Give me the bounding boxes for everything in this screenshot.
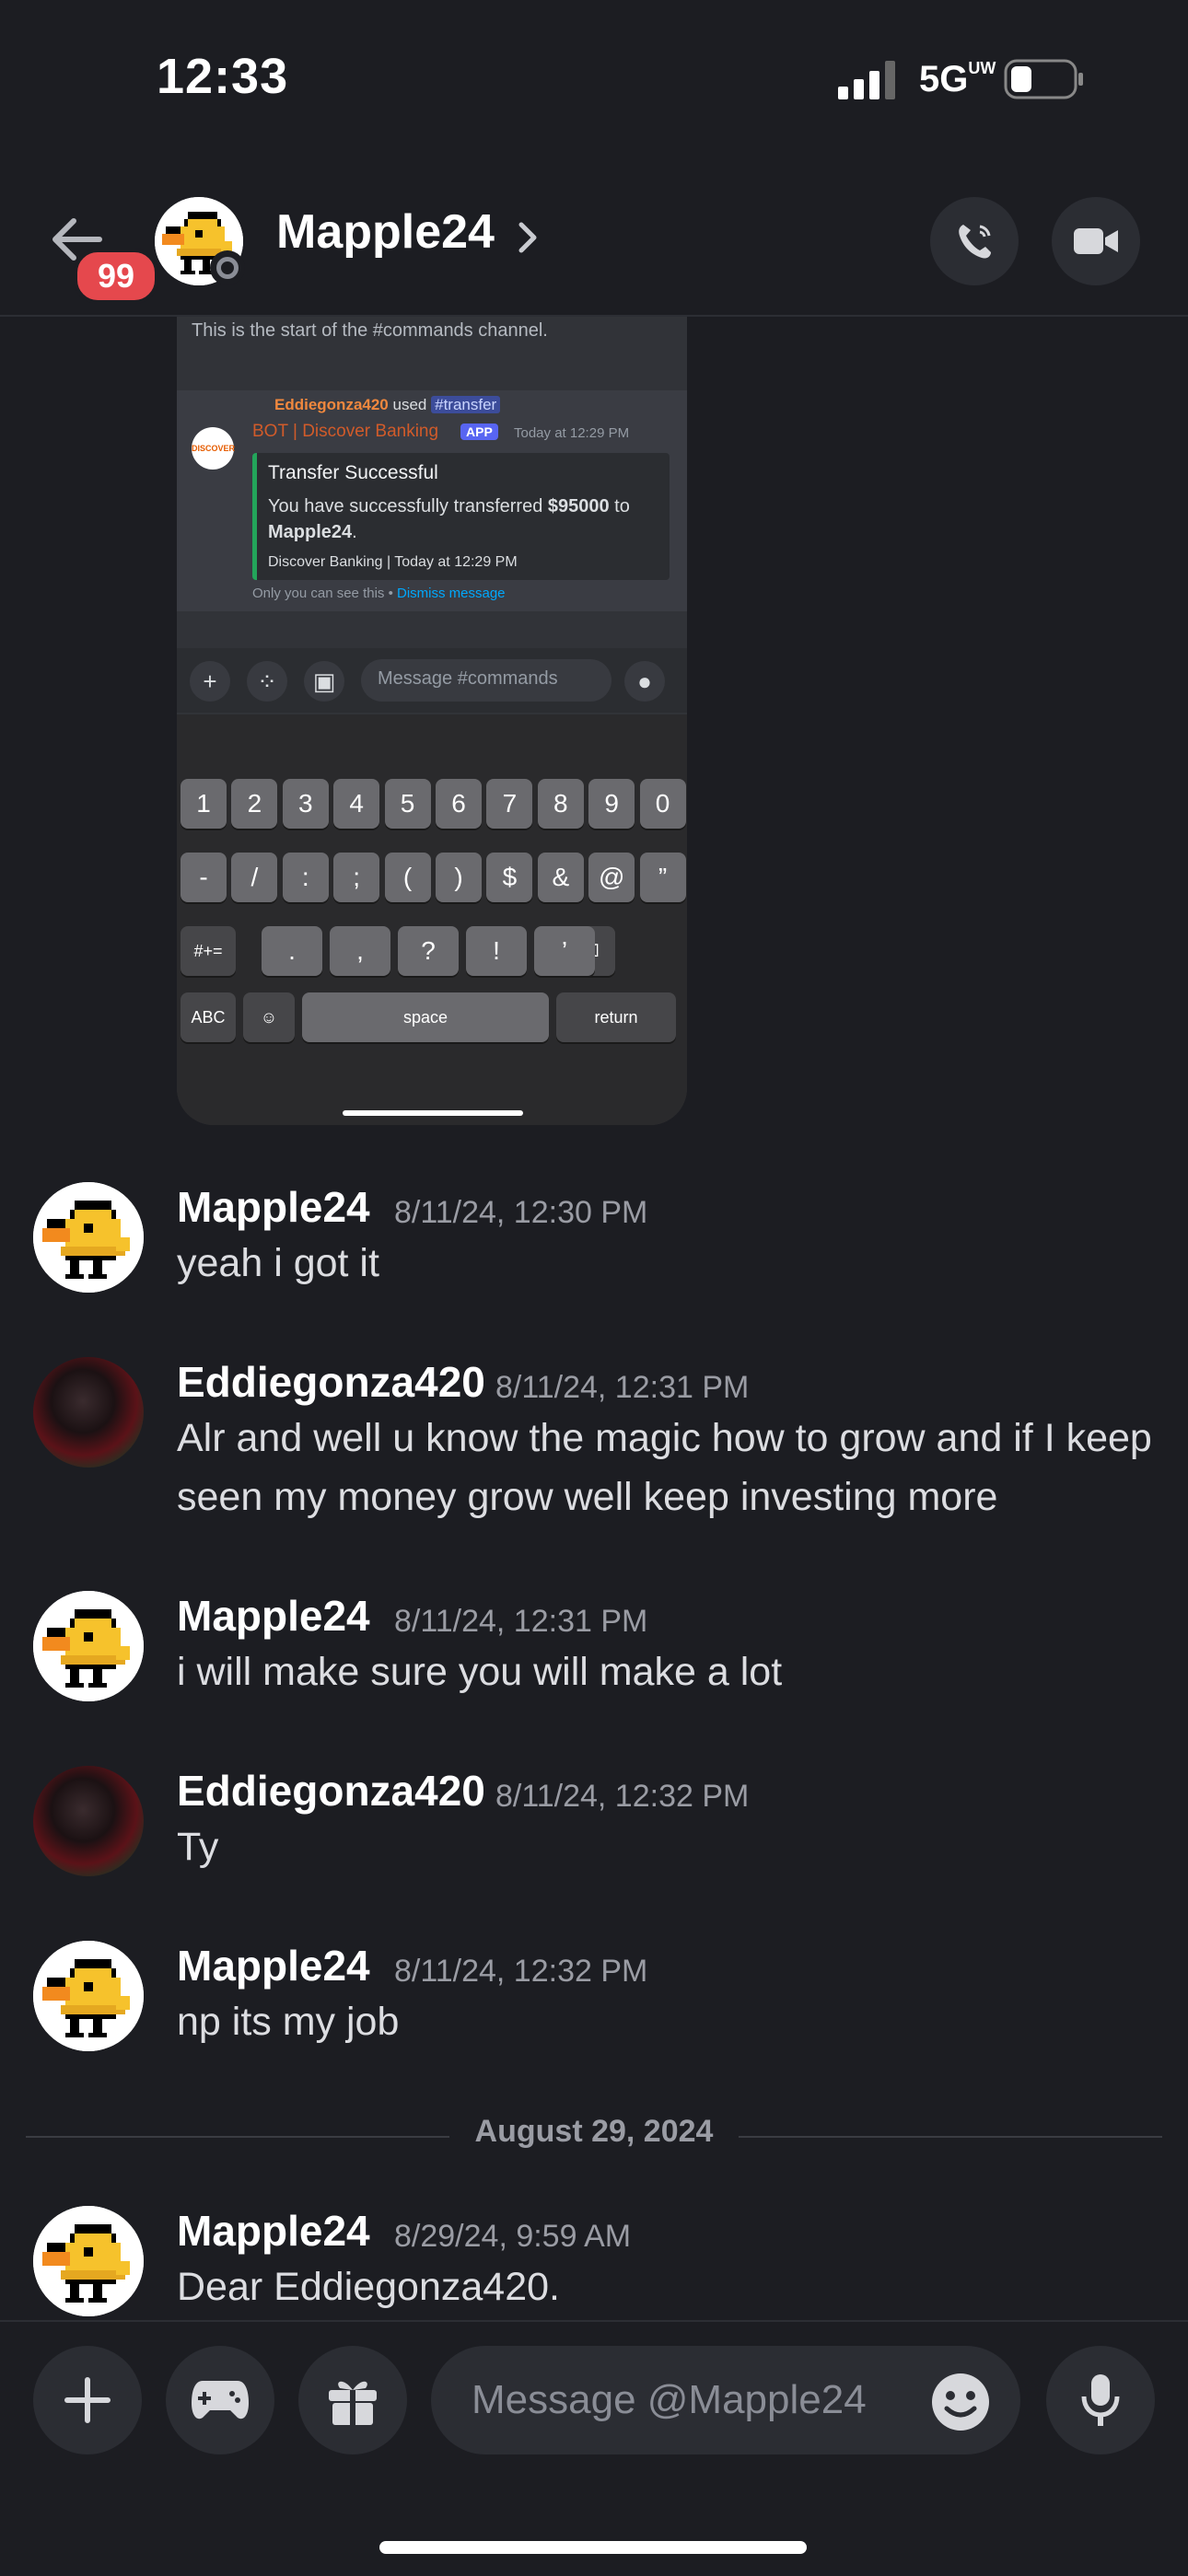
apps-icon: ⁘ xyxy=(247,661,287,702)
add-attachment-button[interactable] xyxy=(33,2346,142,2454)
key-emoji: ☺ xyxy=(243,992,295,1042)
keyboard-key: : xyxy=(282,853,329,902)
message-author[interactable]: Mapple24 xyxy=(177,2206,370,2256)
message-text: Alr and well u know the magic how to gro… xyxy=(177,1416,1152,1519)
keyboard-key: . xyxy=(262,926,322,976)
message-text: Dear Eddiegonza420. xyxy=(177,2265,560,2309)
user-avatar[interactable] xyxy=(33,1766,144,1876)
user-avatar[interactable] xyxy=(33,2206,144,2316)
gift-button[interactable] xyxy=(298,2346,407,2454)
message-timestamp: 8/11/24, 12:32 PM xyxy=(394,1954,648,1989)
embedded-keyboard: #+= ⌫ ABC ☺ space return 1234567890-/:;(… xyxy=(177,714,687,1125)
keyboard-key: & xyxy=(537,853,584,902)
keyboard-key: ; xyxy=(333,853,380,902)
keyboard-key: ’ xyxy=(534,926,595,976)
offline-status-icon xyxy=(210,250,245,285)
keyboard-key: 2 xyxy=(231,779,278,829)
keyboard-key: 9 xyxy=(588,779,635,829)
transfer-embed: Transfer Successful You have successfull… xyxy=(252,453,670,580)
message-timestamp: 8/29/24, 9:59 AM xyxy=(394,2219,632,2254)
status-time: 12:33 xyxy=(157,49,289,104)
voice-call-button[interactable] xyxy=(930,197,1019,285)
ephemeral-note: Only you can see this • Dismiss message xyxy=(252,586,506,601)
keyboard-key: ! xyxy=(466,926,527,976)
command-usage: Eddiegonza420 used #transfer xyxy=(274,396,501,414)
gift-icon: ▣ xyxy=(304,661,344,702)
key-symbols: #+= xyxy=(181,926,236,976)
message-author[interactable]: Mapple24 xyxy=(177,1941,370,1990)
keyboard-key: 8 xyxy=(537,779,584,829)
plus-icon xyxy=(64,2377,111,2423)
date-divider: August 29, 2024 xyxy=(474,2114,714,2149)
message-author[interactable]: Mapple24 xyxy=(177,1591,370,1641)
signal-icon xyxy=(838,61,895,99)
keyboard-key: @ xyxy=(588,853,635,902)
keyboard-key: 4 xyxy=(333,779,380,829)
app-tag: APP xyxy=(460,424,498,440)
embed-description: You have successfully transferred $95000… xyxy=(268,496,630,542)
user-avatar[interactable] xyxy=(33,1941,144,2051)
keyboard-key: 0 xyxy=(639,779,686,829)
keyboard-key: , xyxy=(330,926,390,976)
message-timestamp: 8/11/24, 12:30 PM xyxy=(394,1195,648,1230)
video-camera-icon xyxy=(1074,228,1118,254)
gamepad-icon xyxy=(192,2381,249,2419)
home-indicator xyxy=(379,2541,807,2554)
embed-footer: Discover Banking | Today at 12:29 PM xyxy=(268,554,518,570)
user-avatar[interactable] xyxy=(33,1182,144,1293)
channel-start-text: This is the start of the #commands chann… xyxy=(192,320,548,341)
bot-message: Eddiegonza420 used #transfer DISCOVER BO… xyxy=(177,390,687,611)
user-avatar[interactable] xyxy=(33,1357,144,1468)
video-call-button[interactable] xyxy=(1052,197,1140,285)
keyboard-key: 3 xyxy=(282,779,329,829)
user-avatar[interactable] xyxy=(33,1591,144,1701)
embedded-message-input: Message #commands xyxy=(361,659,611,702)
keyboard-key: $ xyxy=(486,853,533,902)
keyboard-key: 1 xyxy=(181,779,227,829)
message-author[interactable]: Eddiegonza420 xyxy=(177,1357,485,1407)
message-timestamp: 8/11/24, 12:31 PM xyxy=(495,1370,750,1405)
embedded-input-bar: + ⁘ ▣ Message #commands ● xyxy=(177,648,687,713)
key-abc: ABC xyxy=(181,992,236,1042)
keyboard-key: - xyxy=(181,853,227,902)
embedded-home-indicator xyxy=(343,1110,523,1116)
embed-title: Transfer Successful xyxy=(268,462,438,483)
keyboard-key: / xyxy=(231,853,278,902)
message-author[interactable]: Eddiegonza420 xyxy=(177,1766,485,1816)
keyboard-key: ” xyxy=(639,853,686,902)
keyboard-key: ? xyxy=(398,926,459,976)
gift-icon xyxy=(329,2381,377,2425)
emoji-icon[interactable] xyxy=(930,2372,991,2432)
discover-logo: DISCOVER xyxy=(192,427,235,470)
message-timestamp: 8/11/24, 12:32 PM xyxy=(495,1779,750,1814)
message-input-placeholder: Message @Mapple24 xyxy=(472,2377,867,2422)
microphone-icon xyxy=(1081,2374,1120,2426)
message-text: i will make sure you will make a lot xyxy=(177,1650,783,1694)
bot-timestamp: Today at 12:29 PM xyxy=(514,425,630,441)
voice-message-button[interactable] xyxy=(1046,2346,1155,2454)
message-author[interactable]: Mapple24 xyxy=(177,1182,370,1232)
message-text: Ty xyxy=(177,1825,219,1869)
message-text: yeah i got it xyxy=(177,1241,379,1285)
embedded-screenshot-image[interactable]: This is the start of the #commands chann… xyxy=(177,317,687,1125)
mic-icon: ● xyxy=(624,661,665,702)
battery-icon xyxy=(1004,59,1083,99)
plus-icon: + xyxy=(190,661,230,702)
phone-icon xyxy=(959,225,991,259)
keyboard-key: ) xyxy=(436,853,482,902)
keyboard-key: 7 xyxy=(486,779,533,829)
keyboard-key: 5 xyxy=(384,779,431,829)
bot-name: BOT | Discover Banking xyxy=(252,422,439,441)
keyboard-key: 6 xyxy=(436,779,482,829)
network-label: 5GUW xyxy=(919,59,996,99)
message-text: np its my job xyxy=(177,2000,400,2044)
activities-button[interactable] xyxy=(166,2346,274,2454)
key-space: space xyxy=(302,992,549,1042)
chevron-right-icon[interactable] xyxy=(516,219,540,256)
keyboard-key: ( xyxy=(384,853,431,902)
message-timestamp: 8/11/24, 12:31 PM xyxy=(394,1604,648,1639)
channel-title[interactable]: Mapple24 xyxy=(276,204,495,260)
unread-badge: 99 xyxy=(74,249,158,304)
key-return: return xyxy=(556,992,676,1042)
